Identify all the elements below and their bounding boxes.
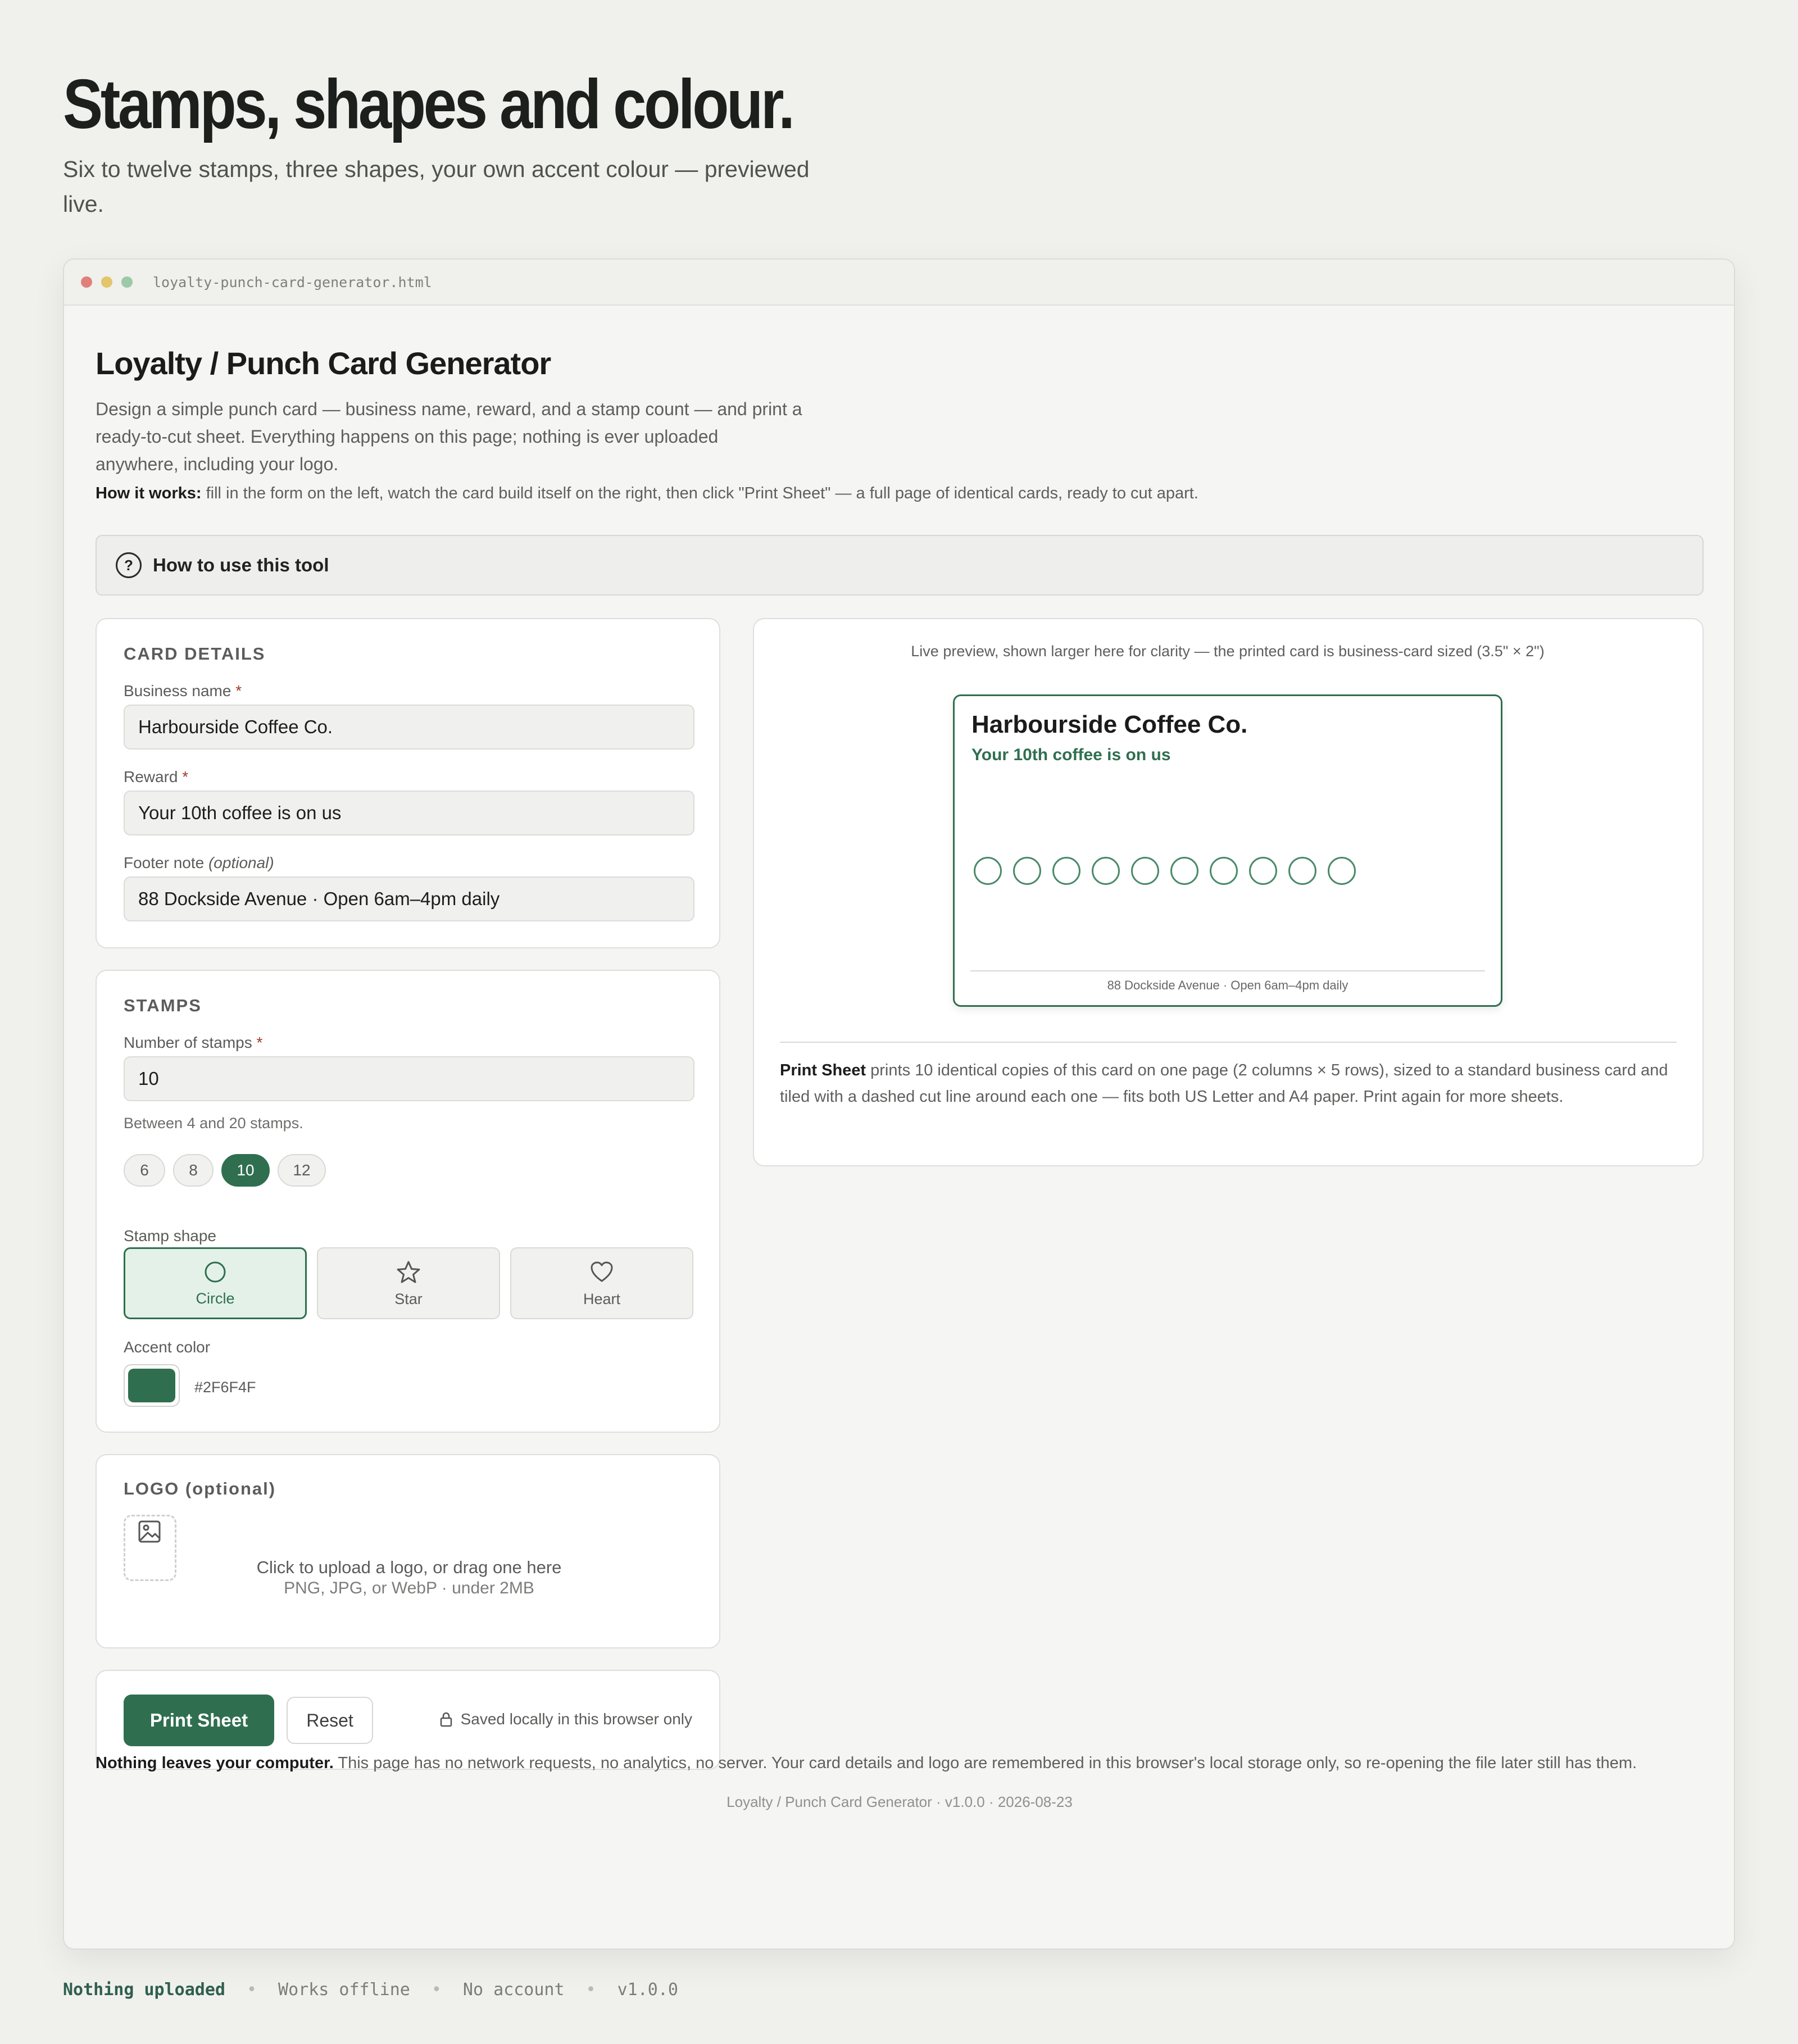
card-stamp-circle (1052, 857, 1080, 885)
shape-button-heart[interactable]: Heart (510, 1247, 693, 1319)
card-stamp-circle (1249, 857, 1277, 885)
privacy-note: Nothing leaves your computer. This page … (96, 1754, 1637, 1772)
preset-chip-10[interactable]: 10 (221, 1154, 270, 1187)
window-minimize-dot[interactable] (101, 276, 112, 288)
status-nothing-uploaded: Nothing uploaded (63, 1980, 225, 2000)
footer-note-label: Footer note (optional) (124, 854, 274, 871)
punch-card-preview: Harbourside Coffee Co. Your 10th coffee … (953, 694, 1502, 1007)
card-stamp-circle (1013, 857, 1041, 885)
logo-heading: LOGO (optional) (124, 1479, 276, 1498)
window-close-dot[interactable] (81, 276, 92, 288)
card-stamp-circle (1131, 857, 1159, 885)
app-description: Design a simple punch card — business na… (96, 399, 802, 474)
preset-chip-12[interactable]: 12 (278, 1154, 326, 1187)
card-business-name: Harbourside Coffee Co. (971, 711, 1248, 738)
question-icon: ? (116, 552, 142, 578)
page-hero-subtitle: Six to twelve stamps, three shapes, your… (63, 156, 810, 217)
stamp-shape-label: Stamp shape (124, 1227, 216, 1244)
accent-color-swatch (128, 1369, 175, 1402)
star-icon (397, 1261, 420, 1283)
print-sheet-description: Print Sheet prints 10 identical copies o… (780, 1061, 1668, 1106)
logo-upload-hint: PNG, JPG, or WebP · under 2MB (284, 1579, 534, 1597)
card-stamp-circle (1328, 857, 1356, 885)
status-no-account: No account (462, 1980, 565, 2000)
circle-icon (205, 1261, 226, 1282)
accent-color-label: Accent color (124, 1338, 211, 1356)
window-maximize-dot[interactable] (121, 276, 133, 288)
accent-color-hex: #2F6F4F (194, 1379, 256, 1396)
card-stamp-circle (1170, 857, 1198, 885)
shape-button-star[interactable]: Star (317, 1247, 500, 1319)
stamp-count-hint: Between 4 and 20 stamps. (124, 1115, 303, 1132)
stamps-heading: STAMPS (124, 996, 202, 1015)
preview-caption: Live preview, shown larger here for clar… (911, 643, 1545, 660)
footer-note-input[interactable]: 88 Dockside Avenue · Open 6am–4pm daily (124, 876, 694, 921)
window-titlebar: loyalty-punch-card-generator.html (64, 260, 1734, 306)
saved-locally-status: Saved locally in this browser only (439, 1710, 692, 1728)
stamp-count-input[interactable]: 10 (124, 1056, 694, 1101)
status-separator: • (431, 1980, 442, 2000)
window-filename: loyalty-punch-card-generator.html (153, 274, 432, 290)
bottom-status-strip: Nothing uploaded • Works offline • No ac… (63, 1980, 678, 2000)
image-icon (138, 1520, 161, 1543)
print-sheet-description-label: Print Sheet (780, 1061, 866, 1079)
preview-panel: Live preview, shown larger here for clar… (753, 618, 1704, 1166)
card-divider (970, 970, 1485, 971)
card-stamp-circle (974, 857, 1002, 885)
how-it-works-line: How it works: fill in the form on the le… (96, 484, 1198, 503)
preset-chip-6[interactable]: 6 (124, 1154, 165, 1187)
status-works-offline: Works offline (278, 1980, 410, 2000)
card-stamp-circle (1210, 857, 1238, 885)
card-details-panel: CARD DETAILS Business name * Harbourside… (96, 618, 720, 948)
stamp-count-label: Number of stamps * (124, 1034, 263, 1051)
version-footer: Loyalty / Punch Card Generator · v1.0.0 … (727, 1793, 1073, 1810)
stamps-panel: STAMPS Number of stamps * 10 Between 4 a… (96, 970, 720, 1433)
reward-label: Reward * (124, 768, 189, 785)
card-stamp-circle (1288, 857, 1316, 885)
card-stamp-circle (1092, 857, 1120, 885)
status-version: v1.0.0 (617, 1980, 678, 2000)
card-reward: Your 10th coffee is on us (971, 746, 1171, 764)
print-sheet-button[interactable]: Print Sheet (124, 1695, 274, 1746)
help-toggle[interactable]: ? How to use this tool (96, 535, 1704, 596)
card-footer-note: 88 Dockside Avenue · Open 6am–4pm daily (1107, 978, 1348, 992)
status-separator: • (246, 1980, 257, 2000)
reward-input[interactable]: Your 10th coffee is on us (124, 791, 694, 835)
how-it-works-label: How it works: (96, 484, 202, 502)
logo-panel: LOGO (optional) Click to upload a logo, … (96, 1454, 720, 1648)
reset-button[interactable]: Reset (287, 1697, 373, 1744)
help-toggle-label: How to use this tool (153, 555, 329, 575)
heart-icon (591, 1261, 613, 1282)
status-separator: • (585, 1980, 596, 2000)
logo-upload-text[interactable]: Click to upload a logo, or drag one here (97, 1557, 721, 1578)
lock-icon (440, 1712, 452, 1727)
how-it-works-text: fill in the form on the left, watch the … (201, 484, 1198, 502)
preset-chip-8[interactable]: 8 (173, 1154, 214, 1187)
preview-divider (780, 1042, 1677, 1043)
accent-color-picker[interactable] (124, 1364, 180, 1407)
shape-button-circle[interactable]: Circle (124, 1247, 307, 1319)
business-name-label: Business name * (124, 682, 242, 699)
page-hero-title: Stamps, shapes and colour. (63, 66, 795, 143)
privacy-note-label: Nothing leaves your computer. (96, 1754, 334, 1772)
business-name-input[interactable]: Harbourside Coffee Co. (124, 705, 694, 750)
app-title: Loyalty / Punch Card Generator (96, 346, 551, 381)
card-details-heading: CARD DETAILS (124, 644, 266, 664)
app-window: loyalty-punch-card-generator.html Loyalt… (63, 258, 1735, 1950)
